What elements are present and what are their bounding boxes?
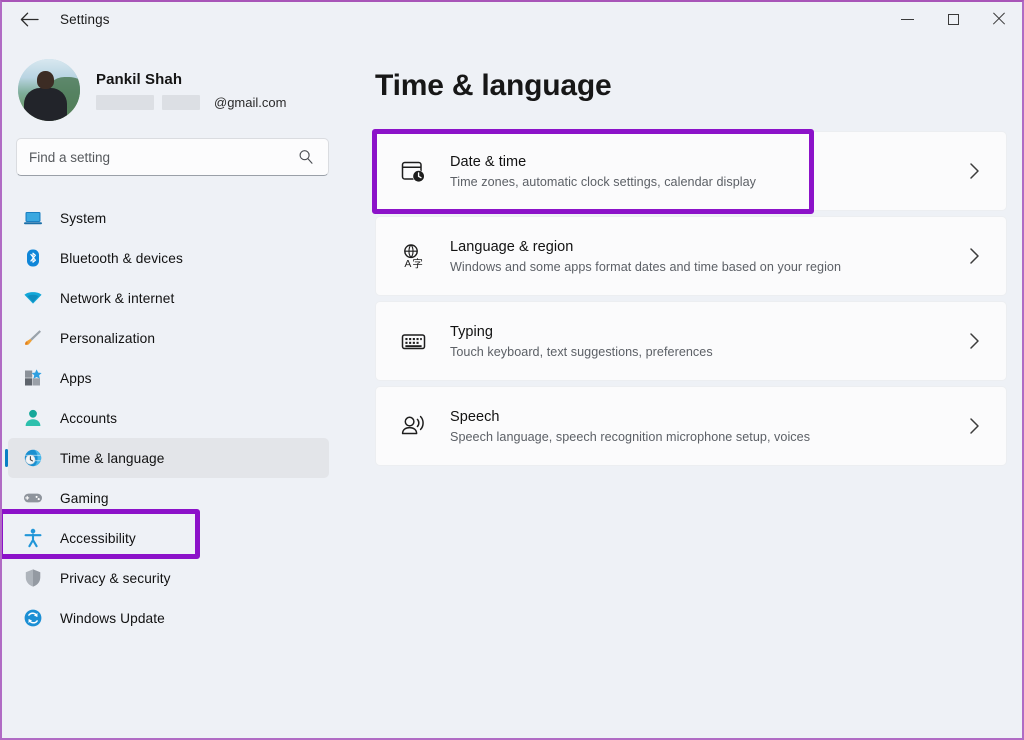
language-region-card[interactable]: A 字 Language & region Windows and some a… xyxy=(375,216,1007,296)
sidebar-item-label: Apps xyxy=(60,371,92,386)
svg-text:A: A xyxy=(404,258,411,270)
card-description: Time zones, automatic clock settings, ca… xyxy=(450,175,964,189)
navigation-list: System Bluetooth & devices xyxy=(2,198,347,638)
speech-card[interactable]: Speech Speech language, speech recogniti… xyxy=(375,386,1007,466)
sidebar-item-personalization[interactable]: Personalization xyxy=(8,318,329,358)
card-description: Touch keyboard, text suggestions, prefer… xyxy=(450,345,964,359)
sidebar-item-network-internet[interactable]: Network & internet xyxy=(8,278,329,318)
card-description: Speech language, speech recognition micr… xyxy=(450,430,964,444)
card-title: Date & time xyxy=(450,154,964,170)
maximize-icon xyxy=(948,14,959,25)
card-title: Language & region xyxy=(450,239,964,255)
main-content: Time & language Date & time Time zones, … xyxy=(347,36,1022,740)
close-icon xyxy=(992,12,1006,26)
accessibility-icon xyxy=(22,527,44,549)
search-icon xyxy=(298,149,316,165)
sidebar-item-windows-update[interactable]: Windows Update xyxy=(8,598,329,638)
language-region-icon: A 字 xyxy=(396,239,430,273)
sidebar-item-system[interactable]: System xyxy=(8,198,329,238)
avatar xyxy=(18,59,80,121)
sidebar-item-label: Bluetooth & devices xyxy=(60,251,183,266)
windows-update-icon xyxy=(22,607,44,629)
gaming-icon xyxy=(22,487,44,509)
settings-card-list: Date & time Time zones, automatic clock … xyxy=(375,131,1007,466)
sidebar-item-label: Personalization xyxy=(60,331,155,346)
window-controls xyxy=(884,2,1022,36)
system-icon xyxy=(22,207,44,229)
minimize-icon xyxy=(901,19,914,20)
search-box[interactable] xyxy=(16,138,329,176)
minimize-button[interactable] xyxy=(884,2,930,36)
sidebar-item-label: Privacy & security xyxy=(60,571,171,586)
email-domain: @gmail.com xyxy=(214,95,286,110)
maximize-button[interactable] xyxy=(930,2,976,36)
chevron-right-icon[interactable] xyxy=(964,247,984,265)
time-language-icon xyxy=(22,447,44,469)
search-input[interactable] xyxy=(29,150,298,165)
sidebar-item-accounts[interactable]: Accounts xyxy=(8,398,329,438)
network-icon xyxy=(22,287,44,309)
speech-icon xyxy=(396,409,430,443)
page-title: Time & language xyxy=(375,36,1007,103)
sidebar-item-label: Network & internet xyxy=(60,291,174,306)
account-email: @gmail.com xyxy=(96,95,286,110)
chevron-right-icon[interactable] xyxy=(964,162,984,180)
card-description: Windows and some apps format dates and t… xyxy=(450,260,964,274)
typing-card[interactable]: Typing Touch keyboard, text suggestions,… xyxy=(375,301,1007,381)
sidebar-item-accessibility[interactable]: Accessibility xyxy=(8,518,329,558)
sidebar-item-label: Time & language xyxy=(60,451,164,466)
settings-window: Settings Pankil Shah xyxy=(0,0,1024,740)
card-title: Typing xyxy=(450,324,964,340)
privacy-icon xyxy=(22,567,44,589)
sidebar-item-label: Accounts xyxy=(60,411,117,426)
redaction-block xyxy=(96,95,154,110)
redaction-block xyxy=(162,95,200,110)
back-arrow-icon xyxy=(20,12,39,27)
card-title: Speech xyxy=(450,409,964,425)
chevron-right-icon[interactable] xyxy=(964,417,984,435)
back-button[interactable] xyxy=(8,3,50,35)
close-button[interactable] xyxy=(976,2,1022,36)
sidebar: Pankil Shah @gmail.com xyxy=(2,36,347,740)
account-header[interactable]: Pankil Shah @gmail.com xyxy=(2,36,347,122)
sidebar-item-privacy-security[interactable]: Privacy & security xyxy=(8,558,329,598)
typing-keyboard-icon xyxy=(396,324,430,358)
accounts-icon xyxy=(22,407,44,429)
sidebar-item-label: Windows Update xyxy=(60,611,165,626)
window-title: Settings xyxy=(60,12,110,27)
date-time-icon xyxy=(396,154,430,188)
account-name: Pankil Shah xyxy=(96,71,286,88)
bluetooth-icon xyxy=(22,247,44,269)
sidebar-item-gaming[interactable]: Gaming xyxy=(8,478,329,518)
apps-icon xyxy=(22,367,44,389)
title-bar: Settings xyxy=(2,2,1022,36)
sidebar-item-label: Accessibility xyxy=(60,531,136,546)
svg-text:字: 字 xyxy=(412,257,423,270)
date-time-card[interactable]: Date & time Time zones, automatic clock … xyxy=(375,131,1007,211)
personalization-icon xyxy=(22,327,44,349)
sidebar-item-apps[interactable]: Apps xyxy=(8,358,329,398)
sidebar-item-time-language[interactable]: Time & language xyxy=(8,438,329,478)
sidebar-item-label: Gaming xyxy=(60,491,109,506)
sidebar-item-bluetooth-devices[interactable]: Bluetooth & devices xyxy=(8,238,329,278)
sidebar-item-label: System xyxy=(60,211,106,226)
chevron-right-icon[interactable] xyxy=(964,332,984,350)
